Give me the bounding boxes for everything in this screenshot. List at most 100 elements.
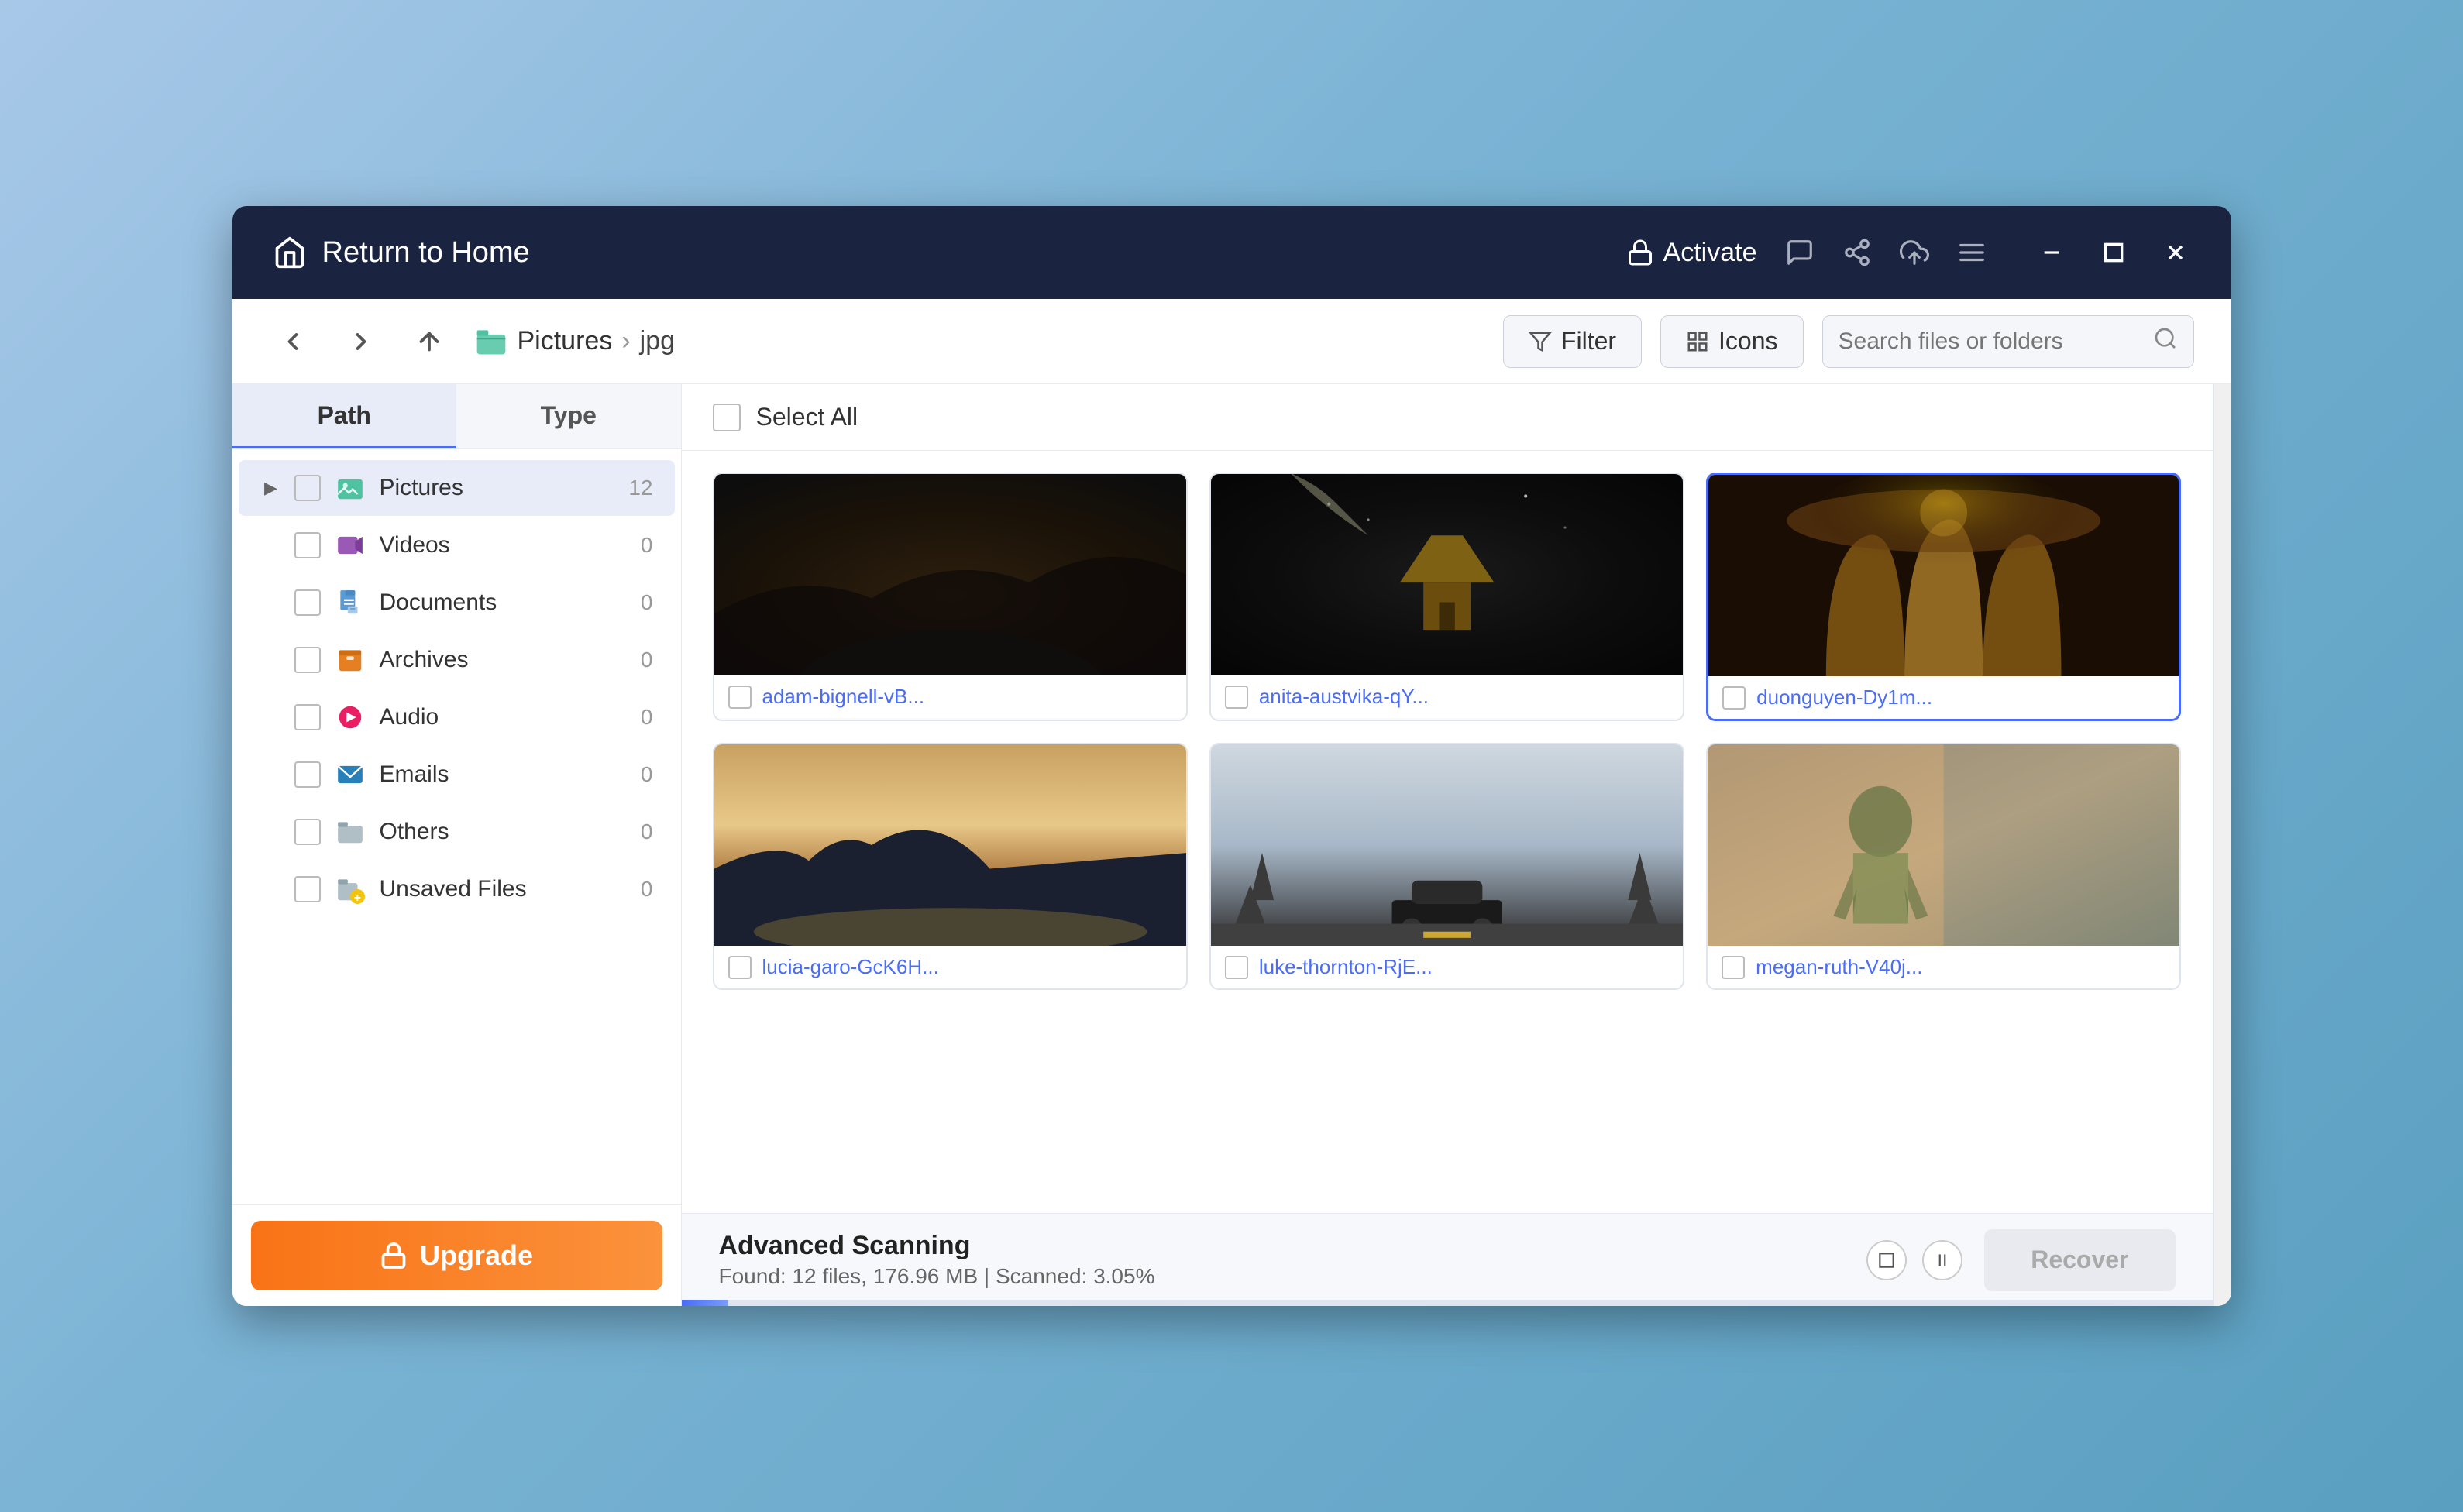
progress-bar-fill — [682, 1300, 728, 1306]
file-checkbox-lucia[interactable] — [728, 956, 752, 979]
window-controls — [2033, 234, 2194, 271]
sidebar-item-others[interactable]: ▶ Others 0 — [239, 804, 675, 860]
breadcrumb-current: jpg — [640, 326, 675, 356]
maximize-button[interactable] — [2095, 234, 2132, 271]
files-grid: adam-bignell-vB... — [682, 451, 2213, 1213]
icons-button[interactable]: Icons — [1660, 315, 1803, 368]
file-card-lucia[interactable]: lucia-garo-GcK6H... — [713, 743, 1188, 990]
scrollbar-track[interactable] — [2213, 384, 2231, 1306]
return-home-button[interactable]: Return to Home — [270, 232, 530, 273]
status-title: Advanced Scanning — [719, 1231, 1846, 1261]
filter-label: Filter — [1561, 327, 1616, 356]
emails-label: Emails — [380, 761, 616, 788]
select-all-bar: Select All — [682, 384, 2213, 451]
filter-button[interactable]: Filter — [1503, 315, 1642, 368]
archives-count: 0 — [628, 648, 653, 672]
file-card-adam[interactable]: adam-bignell-vB... — [713, 472, 1188, 721]
pause-button[interactable] — [1922, 1240, 1962, 1280]
chat-icon-button[interactable] — [1785, 238, 1815, 267]
pictures-count: 12 — [628, 476, 653, 500]
videos-icon — [333, 528, 367, 562]
expand-icon: ▶ — [260, 477, 282, 499]
share-icon-button[interactable] — [1842, 238, 1872, 267]
file-name-row-lucia: lucia-garo-GcK6H... — [714, 946, 1186, 988]
others-checkbox[interactable] — [294, 819, 321, 845]
sidebar-item-unsaved[interactable]: ▶ + Unsaved Files 0 — [239, 861, 675, 917]
archives-checkbox[interactable] — [294, 647, 321, 673]
breadcrumb-icon — [474, 325, 508, 359]
sidebar-item-emails[interactable]: ▶ Emails 0 — [239, 747, 675, 802]
sidebar-tabs: Path Type — [232, 384, 681, 449]
file-name-megan: megan-ruth-V40j... — [1756, 955, 1922, 979]
others-icon — [333, 815, 367, 849]
file-card-duong[interactable]: duonguyen-Dy1m... — [1706, 472, 2181, 721]
forward-button[interactable] — [338, 318, 384, 365]
file-name-row-luke: luke-thornton-RjE... — [1211, 946, 1683, 988]
sidebar-item-pictures[interactable]: ▶ Pictures 12 — [239, 460, 675, 516]
emails-icon — [333, 758, 367, 792]
sidebar: Path Type ▶ Pictures 12 — [232, 384, 682, 1306]
minimize-button[interactable] — [2033, 234, 2070, 271]
select-all-checkbox[interactable] — [713, 404, 741, 431]
file-thumb-lucia — [714, 744, 1186, 946]
upload-icon-button[interactable] — [1900, 238, 1929, 267]
breadcrumb: Pictures › jpg — [474, 325, 1481, 359]
tab-path[interactable]: Path — [232, 384, 457, 448]
file-thumb-adam — [714, 474, 1186, 675]
file-thumb-megan — [1708, 744, 2179, 946]
breadcrumb-separator: › — [621, 326, 630, 356]
sidebar-item-videos[interactable]: ▶ Videos 0 — [239, 517, 675, 573]
file-card-megan[interactable]: megan-ruth-V40j... — [1706, 743, 2181, 990]
file-name-luke: luke-thornton-RjE... — [1259, 955, 1433, 979]
videos-count: 0 — [628, 533, 653, 558]
sidebar-item-audio[interactable]: ▶ Audio 0 — [239, 689, 675, 745]
search-box — [1822, 315, 2194, 368]
unsaved-count: 0 — [628, 877, 653, 902]
file-thumb-duong — [1708, 475, 2179, 676]
file-checkbox-duong[interactable] — [1722, 686, 1746, 710]
audio-checkbox[interactable] — [294, 704, 321, 730]
documents-checkbox[interactable] — [294, 589, 321, 616]
file-checkbox-anita[interactable] — [1225, 686, 1248, 709]
upgrade-button[interactable]: Upgrade — [251, 1221, 662, 1290]
up-button[interactable] — [406, 318, 452, 365]
pictures-checkbox[interactable] — [294, 475, 321, 501]
file-checkbox-luke[interactable] — [1225, 956, 1248, 979]
file-name-row-adam: adam-bignell-vB... — [714, 675, 1186, 718]
unsaved-icon: + — [333, 872, 367, 906]
audio-icon — [333, 700, 367, 734]
file-checkbox-adam[interactable] — [728, 686, 752, 709]
status-description: Found: 12 files, 176.96 MB | Scanned: 3.… — [719, 1264, 1846, 1289]
titlebar-actions: Activate — [1626, 234, 2194, 271]
back-button[interactable] — [270, 318, 316, 365]
unsaved-checkbox[interactable] — [294, 876, 321, 902]
videos-label: Videos — [380, 532, 616, 558]
tab-type[interactable]: Type — [456, 384, 681, 448]
breadcrumb-root[interactable]: Pictures — [518, 326, 613, 356]
file-name-duong: duonguyen-Dy1m... — [1756, 686, 1932, 710]
file-card-luke[interactable]: luke-thornton-RjE... — [1209, 743, 1684, 990]
close-button[interactable] — [2157, 234, 2194, 271]
menu-icon-button[interactable] — [1957, 238, 1987, 267]
file-name-anita: anita-austvika-qY... — [1259, 685, 1429, 709]
videos-checkbox[interactable] — [294, 532, 321, 558]
file-card-anita[interactable]: anita-austvika-qY... — [1209, 472, 1684, 721]
search-input[interactable] — [1839, 328, 2144, 355]
audio-count: 0 — [628, 705, 653, 730]
sidebar-item-documents[interactable]: ▶ Documents 0 — [239, 575, 675, 631]
return-home-label: Return to Home — [322, 236, 530, 270]
home-icon — [270, 232, 310, 273]
file-name-row-duong: duonguyen-Dy1m... — [1708, 676, 2179, 719]
archives-icon — [333, 643, 367, 677]
file-name-row-megan: megan-ruth-V40j... — [1708, 946, 2179, 988]
search-icon — [2153, 326, 2178, 357]
file-checkbox-megan[interactable] — [1722, 956, 1745, 979]
emails-checkbox[interactable] — [294, 761, 321, 788]
recover-button[interactable]: Recover — [1984, 1229, 2175, 1291]
stop-button[interactable] — [1866, 1240, 1907, 1280]
documents-label: Documents — [380, 589, 616, 616]
emails-count: 0 — [628, 762, 653, 787]
sidebar-item-archives[interactable]: ▶ Archives 0 — [239, 632, 675, 688]
activate-button[interactable]: Activate — [1626, 238, 1757, 268]
sidebar-upgrade: Upgrade — [232, 1204, 681, 1306]
